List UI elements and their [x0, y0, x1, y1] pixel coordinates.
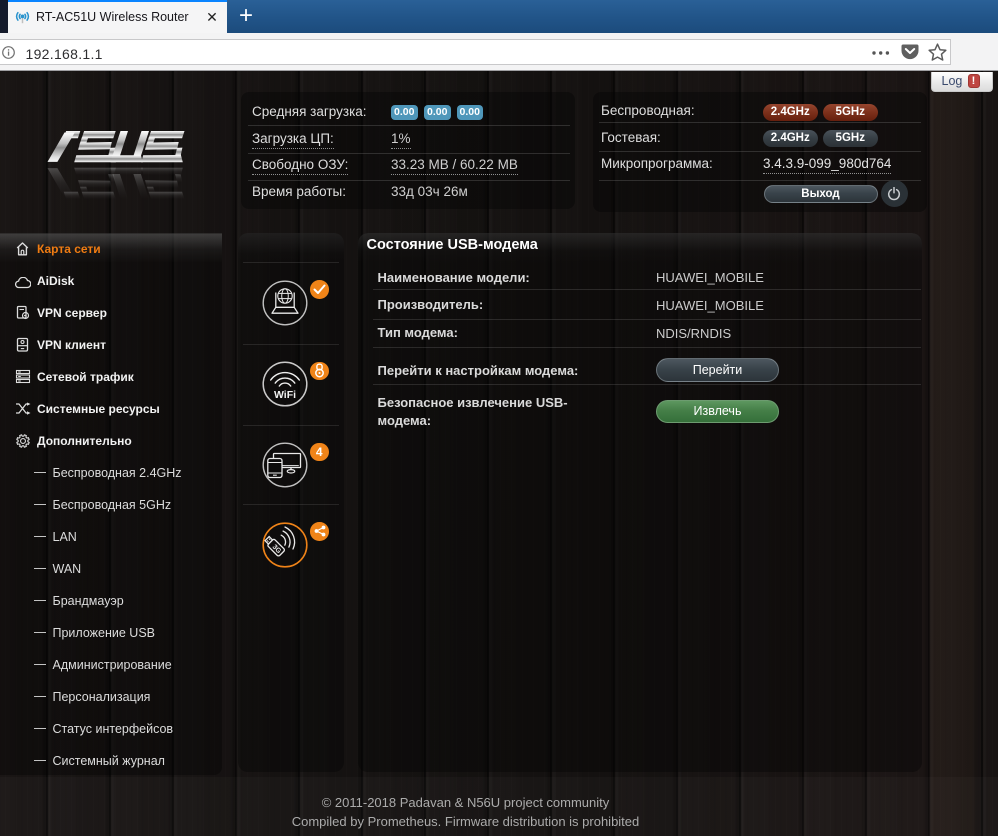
- svg-text:WiFi: WiFi: [273, 389, 295, 401]
